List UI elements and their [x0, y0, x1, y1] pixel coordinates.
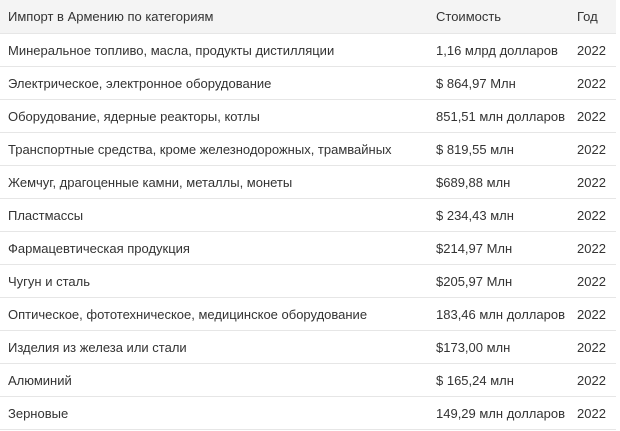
- cell-value: $ 864,97 Млн: [428, 66, 569, 100]
- cell-category: Электрическое, электронное оборудование: [0, 66, 428, 100]
- cell-year: 2022: [569, 165, 616, 199]
- cell-value: 183,46 млн долларов: [428, 297, 569, 331]
- header-year[interactable]: Год: [569, 0, 616, 34]
- cell-category: Минеральное топливо, масла, продукты дис…: [0, 33, 428, 67]
- cell-value: 149,29 млн долларов: [428, 396, 569, 430]
- cell-value: 1,16 млрд долларов: [428, 33, 569, 67]
- cell-category: Пластмассы: [0, 198, 428, 232]
- table-row: Минеральное топливо, масла, продукты дис…: [0, 33, 616, 67]
- table-row: Чугун и сталь $205,97 Млн 2022: [0, 264, 616, 298]
- table-row: Электрическое, электронное оборудование $…: [0, 66, 616, 100]
- cell-value: $689,88 млн: [428, 165, 569, 199]
- cell-year: 2022: [569, 264, 616, 298]
- header-row: Импорт в Армению по категориям Стоимость…: [0, 0, 616, 34]
- cell-year: 2022: [569, 33, 616, 67]
- header-category[interactable]: Импорт в Армению по категориям: [0, 0, 428, 34]
- cell-year: 2022: [569, 99, 616, 133]
- table-row: Алюминий $ 165,24 млн 2022: [0, 363, 616, 397]
- cell-year: 2022: [569, 198, 616, 232]
- table-row: Жемчуг, драгоценные камни, металлы, моне…: [0, 165, 616, 199]
- cell-value: $ 819,55 млн: [428, 132, 569, 166]
- cell-category: Транспортные средства, кроме железнодоро…: [0, 132, 428, 166]
- cell-value: $ 234,43 млн: [428, 198, 569, 232]
- table-row: Изделия из железа или стали $173,00 млн 20…: [0, 330, 616, 364]
- cell-category: Фармацевтическая продукция: [0, 231, 428, 265]
- table-header: Импорт в Армению по категориям Стоимость…: [0, 0, 616, 34]
- cell-category: Оборудование, ядерные реакторы, котлы: [0, 99, 428, 133]
- cell-value: 851,51 млн долларов: [428, 99, 569, 133]
- table-row: Оптическое, фототехническое, медицинское…: [0, 297, 616, 331]
- cell-value: $173,00 млн: [428, 330, 569, 364]
- table-row: Фармацевтическая продукция $214,97 Млн 202…: [0, 231, 616, 265]
- cell-category: Жемчуг, драгоценные камни, металлы, моне…: [0, 165, 428, 199]
- cell-value: $214,97 Млн: [428, 231, 569, 265]
- cell-year: 2022: [569, 330, 616, 364]
- table-row: Пластмассы $ 234,43 млн 2022: [0, 198, 616, 232]
- imports-table-container: Импорт в Армению по категориям Стоимость…: [0, 0, 616, 431]
- cell-value: $205,97 Млн: [428, 264, 569, 298]
- cell-category: Изделия из железа или стали: [0, 330, 428, 364]
- table-body: Минеральное топливо, масла, продукты дис…: [0, 33, 616, 430]
- cell-value: $ 165,24 млн: [428, 363, 569, 397]
- table-row: Транспортные средства, кроме железнодоро…: [0, 132, 616, 166]
- cell-year: 2022: [569, 132, 616, 166]
- table-row: Зерновые 149,29 млн долларов 2022: [0, 396, 616, 430]
- cell-year: 2022: [569, 363, 616, 397]
- cell-category: Оптическое, фототехническое, медицинское…: [0, 297, 428, 331]
- cell-year: 2022: [569, 297, 616, 331]
- cell-category: Алюминий: [0, 363, 428, 397]
- cell-year: 2022: [569, 396, 616, 430]
- cell-year: 2022: [569, 231, 616, 265]
- cell-year: 2022: [569, 66, 616, 100]
- cell-category: Зерновые: [0, 396, 428, 430]
- header-value[interactable]: Стоимость: [428, 0, 569, 34]
- cell-category: Чугун и сталь: [0, 264, 428, 298]
- table-row: Оборудование, ядерные реакторы, котлы 851…: [0, 99, 616, 133]
- imports-table: Импорт в Армению по категориям Стоимость…: [0, 0, 616, 430]
